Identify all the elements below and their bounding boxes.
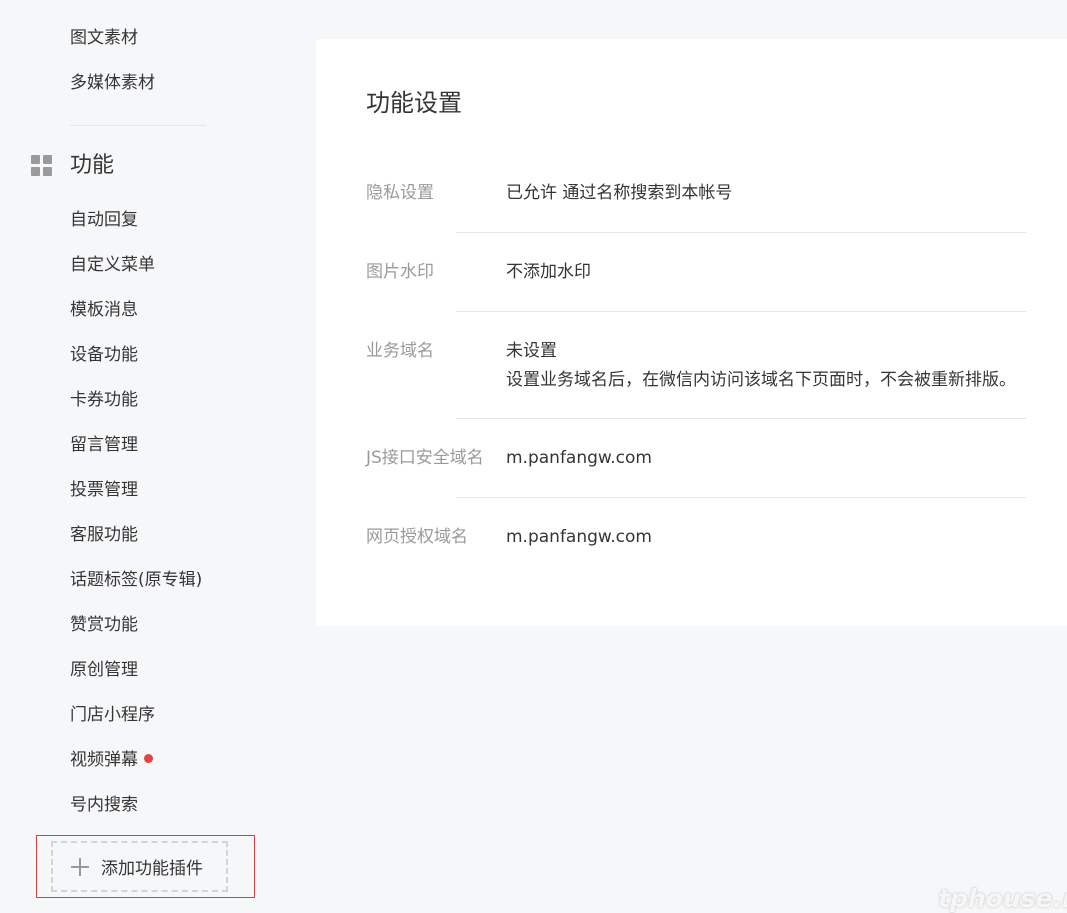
plus-icon	[71, 857, 89, 876]
sidebar-divider	[70, 125, 206, 126]
row-value: 已允许 通过名称搜索到本帐号	[506, 183, 733, 203]
sidebar-item-reward[interactable]: 赞赏功能	[70, 613, 138, 637]
row-label: 网页授权域名	[366, 527, 468, 547]
row-divider	[456, 311, 1026, 312]
row-value: 不添加水印	[506, 262, 591, 282]
sidebar-item-original[interactable]: 原创管理	[70, 658, 138, 682]
row-value: m.panfangw.com	[506, 527, 652, 547]
new-badge-dot	[144, 753, 153, 763]
sidebar-item-multimedia-material[interactable]: 多媒体素材	[70, 71, 155, 95]
sidebar: 图文素材 多媒体素材 功能 自动回复 自定义菜单 模板消息 设备功能 卡券功能 …	[0, 0, 300, 913]
page-title: 功能设置	[366, 89, 462, 117]
add-plugin-label: 添加功能插件	[101, 859, 203, 879]
row-label: 图片水印	[366, 262, 434, 282]
sidebar-item-comments[interactable]: 留言管理	[70, 433, 138, 457]
row-label: JS接口安全域名	[366, 448, 484, 468]
sidebar-item-coupon[interactable]: 卡券功能	[70, 388, 138, 412]
sidebar-item-template-message[interactable]: 模板消息	[70, 298, 138, 322]
sidebar-item-video-danmaku[interactable]: 视频弹幕	[70, 748, 153, 772]
sidebar-item-auto-reply[interactable]: 自动回复	[70, 208, 138, 232]
sidebar-item-image-text-material[interactable]: 图文素材	[70, 26, 138, 50]
row-divider	[456, 418, 1026, 419]
row-label: 业务域名	[366, 341, 434, 361]
settings-panel: 功能设置 隐私设置 已允许 通过名称搜索到本帐号 图片水印 不添加水印 业务域名…	[316, 39, 1067, 626]
sidebar-item-customer-service[interactable]: 客服功能	[70, 523, 138, 547]
row-divider	[456, 497, 1026, 498]
row-note: 设置业务域名后，在微信内访问该域名下页面时，不会被重新排版。	[506, 370, 1016, 390]
row-label: 隐私设置	[366, 183, 434, 203]
sidebar-item-topic-tags[interactable]: 话题标签(原专辑)	[70, 568, 202, 592]
row-divider	[456, 232, 1026, 233]
add-plugin-button[interactable]: 添加功能插件	[51, 841, 228, 892]
sidebar-item-voting[interactable]: 投票管理	[70, 478, 138, 502]
sidebar-item-custom-menu[interactable]: 自定义菜单	[70, 253, 155, 277]
sidebar-item-device[interactable]: 设备功能	[70, 343, 138, 367]
sidebar-group-title-features: 功能	[70, 153, 115, 178]
add-plugin-highlight: 添加功能插件	[36, 835, 255, 898]
sidebar-item-label: 视频弹幕	[70, 750, 138, 770]
sidebar-item-store-miniprogram[interactable]: 门店小程序	[70, 703, 155, 727]
row-value: 未设置	[506, 341, 557, 361]
row-value: m.panfangw.com	[506, 448, 652, 468]
site-watermark: tphouse.net	[938, 884, 1067, 913]
grid-icon	[31, 155, 53, 177]
sidebar-item-account-search[interactable]: 号内搜索	[70, 793, 138, 817]
